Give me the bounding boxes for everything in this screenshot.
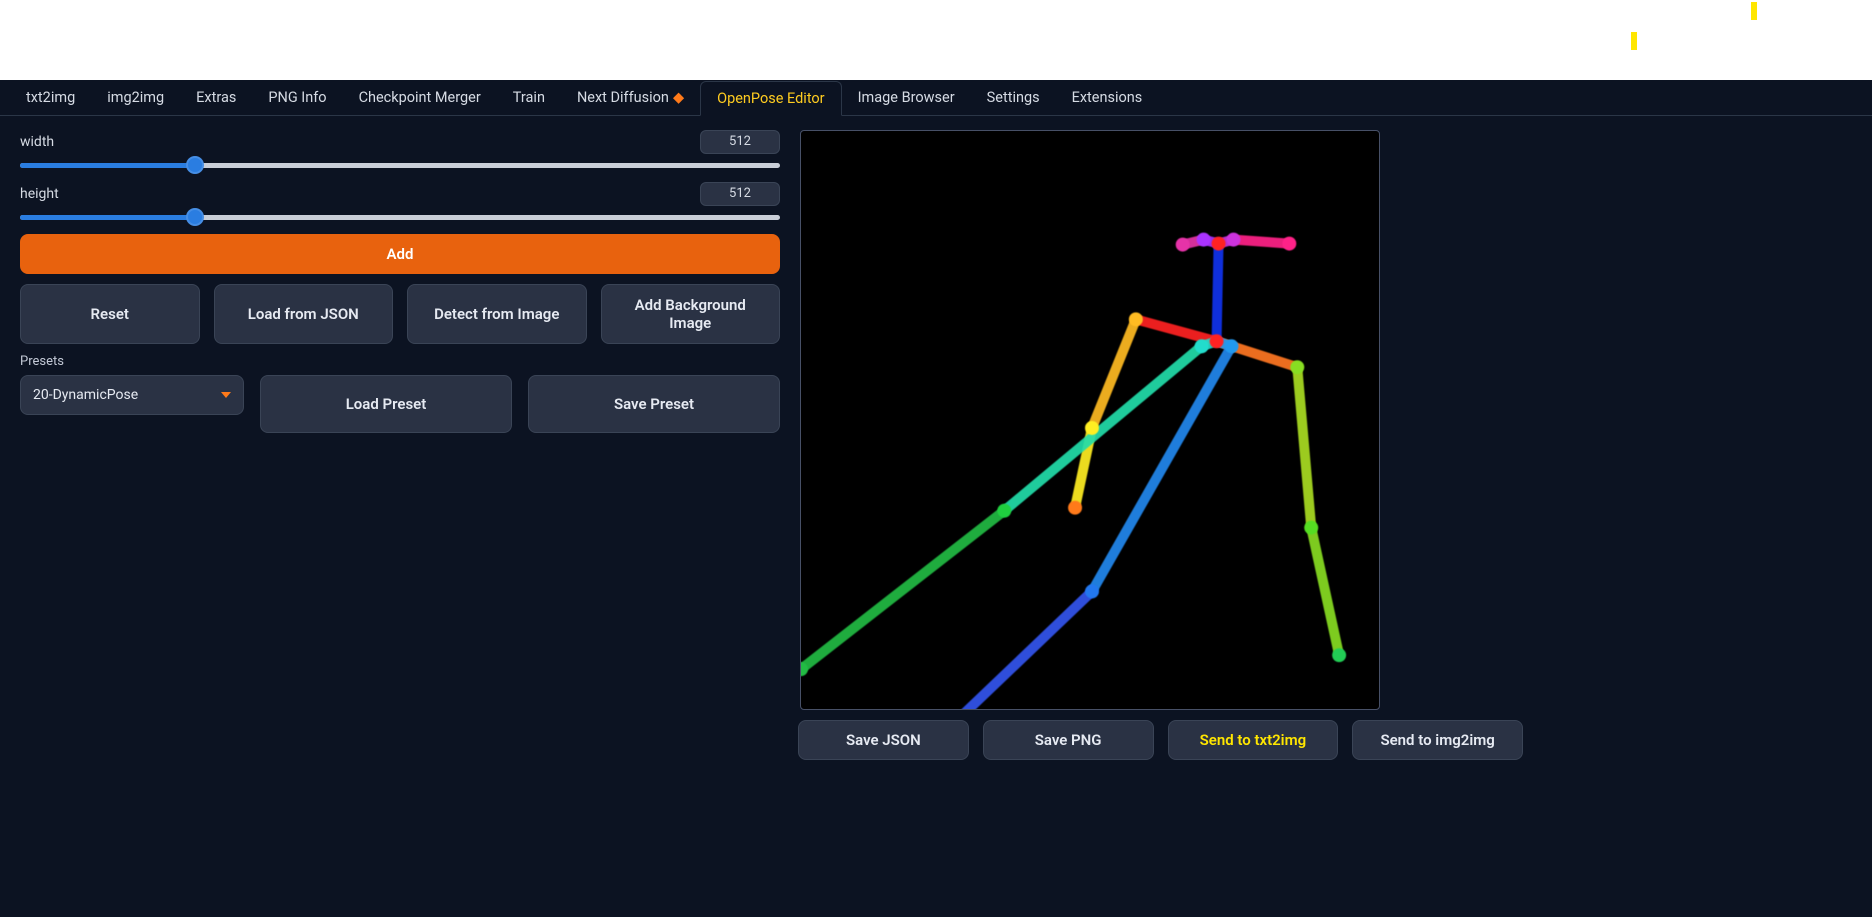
tab-extensions[interactable]: Extensions <box>1056 81 1159 114</box>
send-txt2img-button[interactable]: Send to txt2img <box>1168 720 1339 760</box>
presets-label: Presets <box>20 354 780 369</box>
joint-r_elbow[interactable] <box>1085 421 1099 435</box>
joint-r_hip[interactable] <box>1195 339 1209 353</box>
main-content: width 512 height 512 <box>0 116 1872 774</box>
height-slider[interactable] <box>20 210 780 224</box>
add-bg-button[interactable]: Add Background Image <box>601 284 781 344</box>
height-slider-block: height 512 <box>20 182 780 224</box>
joint-r_wrist[interactable] <box>1068 501 1082 515</box>
joint-l_elbow[interactable] <box>1304 521 1318 535</box>
save-json-button[interactable]: Save JSON <box>798 720 969 760</box>
bolt-icon: ◆ <box>673 89 684 106</box>
height-label: height <box>20 186 59 202</box>
joint-l_hip[interactable] <box>1225 339 1239 353</box>
width-slider-block: width 512 <box>20 130 780 172</box>
tab-openpose[interactable]: OpenPose Editor <box>700 81 842 116</box>
presets-section: Presets 20-DynamicPose Load Preset Save … <box>20 354 780 433</box>
action-button-row: Reset Load from JSON Detect from Image A… <box>20 284 780 344</box>
send-img2img-button[interactable]: Send to img2img <box>1352 720 1523 760</box>
save-png-button[interactable]: Save PNG <box>983 720 1154 760</box>
add-button[interactable]: Add <box>20 234 780 274</box>
detect-image-button[interactable]: Detect from Image <box>407 284 587 344</box>
height-value-input[interactable]: 512 <box>700 182 780 206</box>
joint-r_eye[interactable] <box>1197 233 1211 247</box>
decoration-mark <box>1751 2 1757 20</box>
joint-l_eye[interactable] <box>1227 233 1241 247</box>
tab-extras[interactable]: Extras <box>180 81 252 114</box>
joint-l_ear[interactable] <box>1282 237 1296 251</box>
controls-panel: width 512 height 512 <box>20 130 780 760</box>
tab-ckptmerger[interactable]: Checkpoint Merger <box>343 81 497 114</box>
joint-r_shoulder[interactable] <box>1129 312 1143 326</box>
tab-img2img[interactable]: img2img <box>91 81 180 114</box>
joint-l_shoulder[interactable] <box>1290 360 1304 374</box>
tab-settings[interactable]: Settings <box>971 81 1056 114</box>
save-preset-button[interactable]: Save Preset <box>528 375 780 433</box>
tab-txt2img[interactable]: txt2img <box>10 81 91 114</box>
joint-l_knee[interactable] <box>1085 584 1099 598</box>
tab-nextdiffusion[interactable]: Next Diffusion◆ <box>561 81 700 114</box>
tab-train[interactable]: Train <box>497 81 561 114</box>
pose-canvas[interactable] <box>800 130 1380 710</box>
joint-nose[interactable] <box>1212 237 1226 251</box>
joint-r_knee[interactable] <box>997 504 1011 518</box>
tab-imagebrowser[interactable]: Image Browser <box>842 81 971 114</box>
export-button-row: Save JSON Save PNG Send to txt2img Send … <box>798 720 1523 760</box>
chevron-down-icon <box>221 392 231 398</box>
joint-r_ear[interactable] <box>1176 238 1190 252</box>
tab-bar: txt2imgimg2imgExtrasPNG InfoCheckpoint M… <box>0 80 1872 116</box>
width-slider[interactable] <box>20 158 780 172</box>
presets-select[interactable]: 20-DynamicPose <box>20 375 244 415</box>
joint-l_wrist[interactable] <box>1332 648 1346 662</box>
decoration-mark <box>1631 32 1637 50</box>
tab-pnginfo[interactable]: PNG Info <box>252 81 342 114</box>
load-json-button[interactable]: Load from JSON <box>214 284 394 344</box>
presets-selected-value: 20-DynamicPose <box>33 387 138 403</box>
width-label: width <box>20 134 54 150</box>
canvas-panel: Save JSON Save PNG Send to txt2img Send … <box>800 130 1523 760</box>
width-value-input[interactable]: 512 <box>700 130 780 154</box>
load-preset-button[interactable]: Load Preset <box>260 375 512 433</box>
joint-neck[interactable] <box>1210 334 1224 348</box>
app-root: txt2imgimg2imgExtrasPNG InfoCheckpoint M… <box>0 80 1872 917</box>
reset-button[interactable]: Reset <box>20 284 200 344</box>
